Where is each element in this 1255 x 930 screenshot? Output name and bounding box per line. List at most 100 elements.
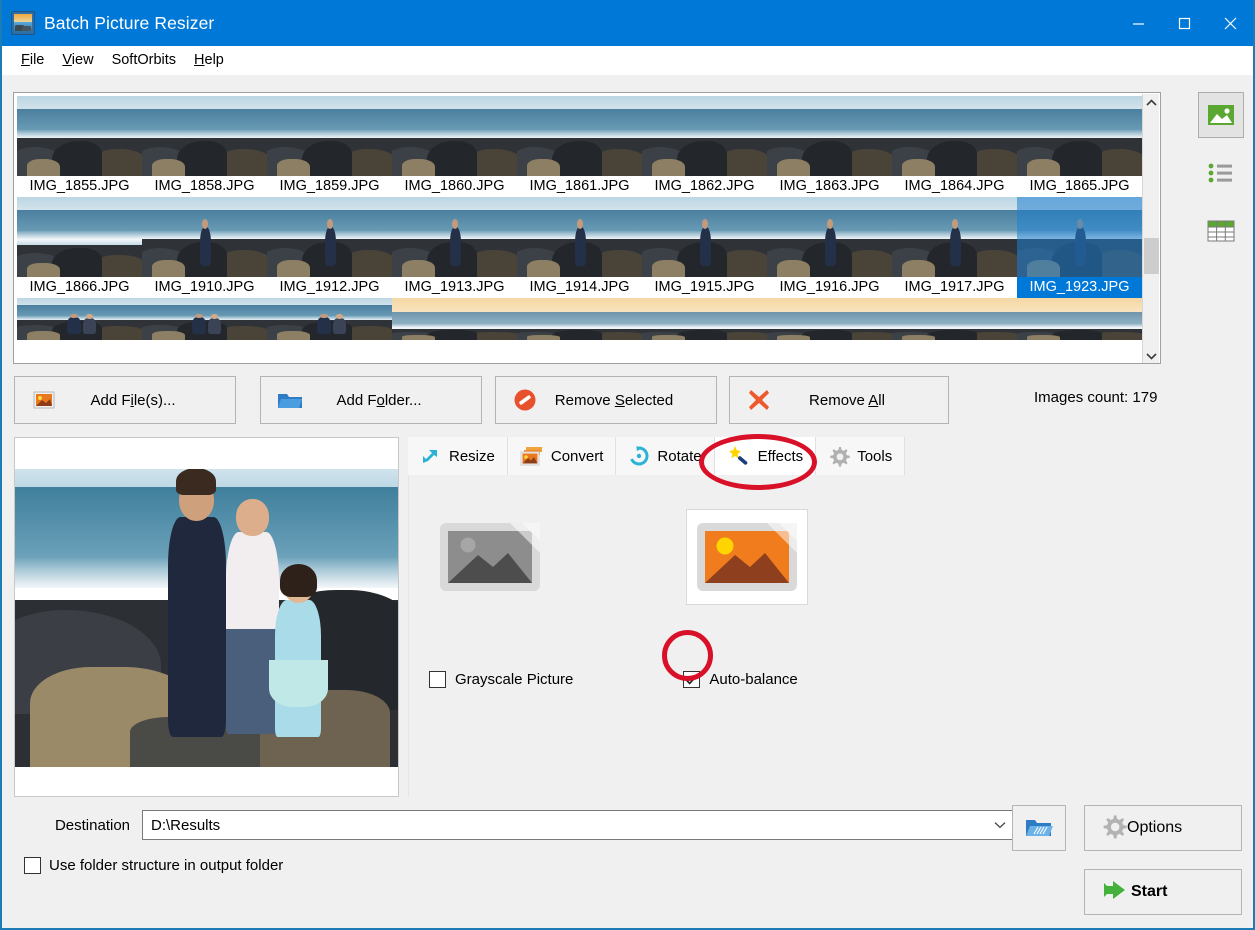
thumbnail-photo [267,96,392,176]
thumbnail-image[interactable] [517,298,642,340]
thumbnail-item[interactable] [767,298,892,340]
add-folder-button[interactable]: Add Folder... [260,376,482,424]
image-preview-pane[interactable] [14,437,399,797]
scroll-thumb[interactable] [1144,238,1159,274]
tab-resize[interactable]: Resize [408,437,508,475]
thumbnail-item[interactable] [392,298,517,340]
thumbnail-image[interactable] [17,96,142,176]
thumbnail-item[interactable]: IMG_1859.JPG [267,96,392,197]
maximize-button[interactable] [1161,0,1207,46]
thumbnail-image[interactable] [142,96,267,176]
thumbnail-item[interactable]: IMG_1865.JPG [1017,96,1142,197]
list-view-button[interactable] [1198,150,1244,196]
thumbnail-image[interactable] [1017,298,1142,340]
thumbnail-image[interactable] [767,298,892,340]
close-button[interactable] [1207,0,1253,46]
thumbnail-item[interactable]: IMG_1910.JPG [142,197,267,298]
start-button[interactable]: Start [1084,869,1242,915]
thumbnail-image[interactable] [642,96,767,176]
autobalance-preview-card[interactable] [686,509,808,605]
chevron-down-icon[interactable] [987,821,1013,829]
thumbnail-image[interactable] [1017,96,1142,176]
thumbnail-image[interactable] [267,96,392,176]
thumbnail-list[interactable]: IMG_1855.JPG IMG_1858.JPG IMG_1859.JPG IMG_… [13,92,1161,364]
thumbnail-image[interactable] [267,298,392,340]
scroll-track[interactable] [1143,111,1159,347]
thumbnail-item[interactable]: IMG_1864.JPG [892,96,1017,197]
grayscale-checkbox-item[interactable]: Grayscale Picture [429,671,573,688]
thumbnail-image[interactable] [517,197,642,277]
remove-selected-button[interactable]: Remove Selected [495,376,717,424]
thumbnail-item[interactable] [1017,298,1142,340]
thumbnail-scrollbar[interactable] [1142,94,1159,363]
autobalance-checkbox-item[interactable]: Auto-balance [683,671,798,688]
thumbnail-item[interactable]: IMG_1923.JPG [1017,197,1142,298]
thumbnail-item[interactable]: IMG_1862.JPG [642,96,767,197]
thumbnail-item[interactable]: IMG_1914.JPG [517,197,642,298]
thumbnail-image[interactable] [392,298,517,340]
thumbnail-image[interactable] [892,197,1017,277]
thumbnail-image[interactable] [142,197,267,277]
thumbnail-image[interactable] [267,197,392,277]
menu-view[interactable]: View [53,50,102,70]
minimize-button[interactable] [1115,0,1161,46]
thumbnail-item[interactable]: IMG_1860.JPG [392,96,517,197]
thumbnail-image[interactable] [892,298,1017,340]
scroll-up-icon[interactable] [1143,94,1159,111]
images-count-label: Images count: 179 [1034,389,1158,406]
thumbnail-item[interactable] [892,298,1017,340]
thumbnail-image[interactable] [17,197,142,277]
thumbnail-image[interactable] [142,298,267,340]
thumbnail-image[interactable] [642,197,767,277]
thumbnail-item[interactable]: IMG_1863.JPG [767,96,892,197]
grayscale-checkbox[interactable] [429,671,446,688]
tab-rotate[interactable]: Rotate [616,437,715,475]
menu-file[interactable]: File [12,50,53,70]
grayscale-preview-card[interactable] [429,509,551,605]
folder-structure-row[interactable]: Use folder structure in output folder [24,857,283,874]
checkmark-icon [685,674,698,685]
thumbnail-image[interactable] [392,96,517,176]
thumbnail-image[interactable] [767,197,892,277]
destination-combobox[interactable]: D:\Results [142,810,1014,840]
thumbnail-item[interactable]: IMG_1866.JPG [17,197,142,298]
thumbnail-item[interactable]: IMG_1913.JPG [392,197,517,298]
thumbnail-item[interactable]: IMG_1861.JPG [517,96,642,197]
scroll-down-icon[interactable] [1143,347,1159,363]
browse-destination-button[interactable] [1012,805,1066,851]
thumbnail-filename: IMG_1923.JPG [1017,277,1142,298]
folder-structure-checkbox[interactable] [24,857,41,874]
thumbnail-item[interactable] [17,298,142,340]
thumbnail-photo [892,197,1017,277]
tab-effects[interactable]: Effects [714,437,817,475]
thumbnail-image[interactable] [767,96,892,176]
thumbnail-item[interactable]: IMG_1912.JPG [267,197,392,298]
thumbnail-item[interactable] [267,298,392,340]
thumbnail-filename: IMG_1912.JPG [279,279,380,295]
add-files-button[interactable]: Add File(s)... [14,376,236,424]
thumbnail-item[interactable] [517,298,642,340]
thumbnail-item[interactable]: IMG_1917.JPG [892,197,1017,298]
thumbnail-image[interactable] [517,96,642,176]
thumbnail-item[interactable] [642,298,767,340]
thumbnail-image[interactable] [642,298,767,340]
destination-value[interactable]: D:\Results [143,817,987,834]
thumbnails-view-button[interactable] [1198,92,1244,138]
thumbnail-item[interactable]: IMG_1858.JPG [142,96,267,197]
thumbnail-item[interactable]: IMG_1915.JPG [642,197,767,298]
thumbnail-item[interactable] [142,298,267,340]
thumbnail-image[interactable] [1017,197,1142,277]
thumbnail-image[interactable] [892,96,1017,176]
thumbnail-item[interactable]: IMG_1855.JPG [17,96,142,197]
thumbnail-image[interactable] [392,197,517,277]
details-view-button[interactable] [1198,208,1244,254]
thumbnail-item[interactable]: IMG_1916.JPG [767,197,892,298]
autobalance-checkbox[interactable] [683,671,701,688]
thumbnail-image[interactable] [17,298,142,340]
remove-all-button[interactable]: Remove All [729,376,949,424]
tab-tools[interactable]: Tools [816,437,906,475]
options-button[interactable]: Options [1084,805,1242,851]
menu-help[interactable]: Help [185,50,233,70]
menu-softorbits[interactable]: SoftOrbits [103,50,185,70]
tab-convert[interactable]: Convert [507,437,617,475]
